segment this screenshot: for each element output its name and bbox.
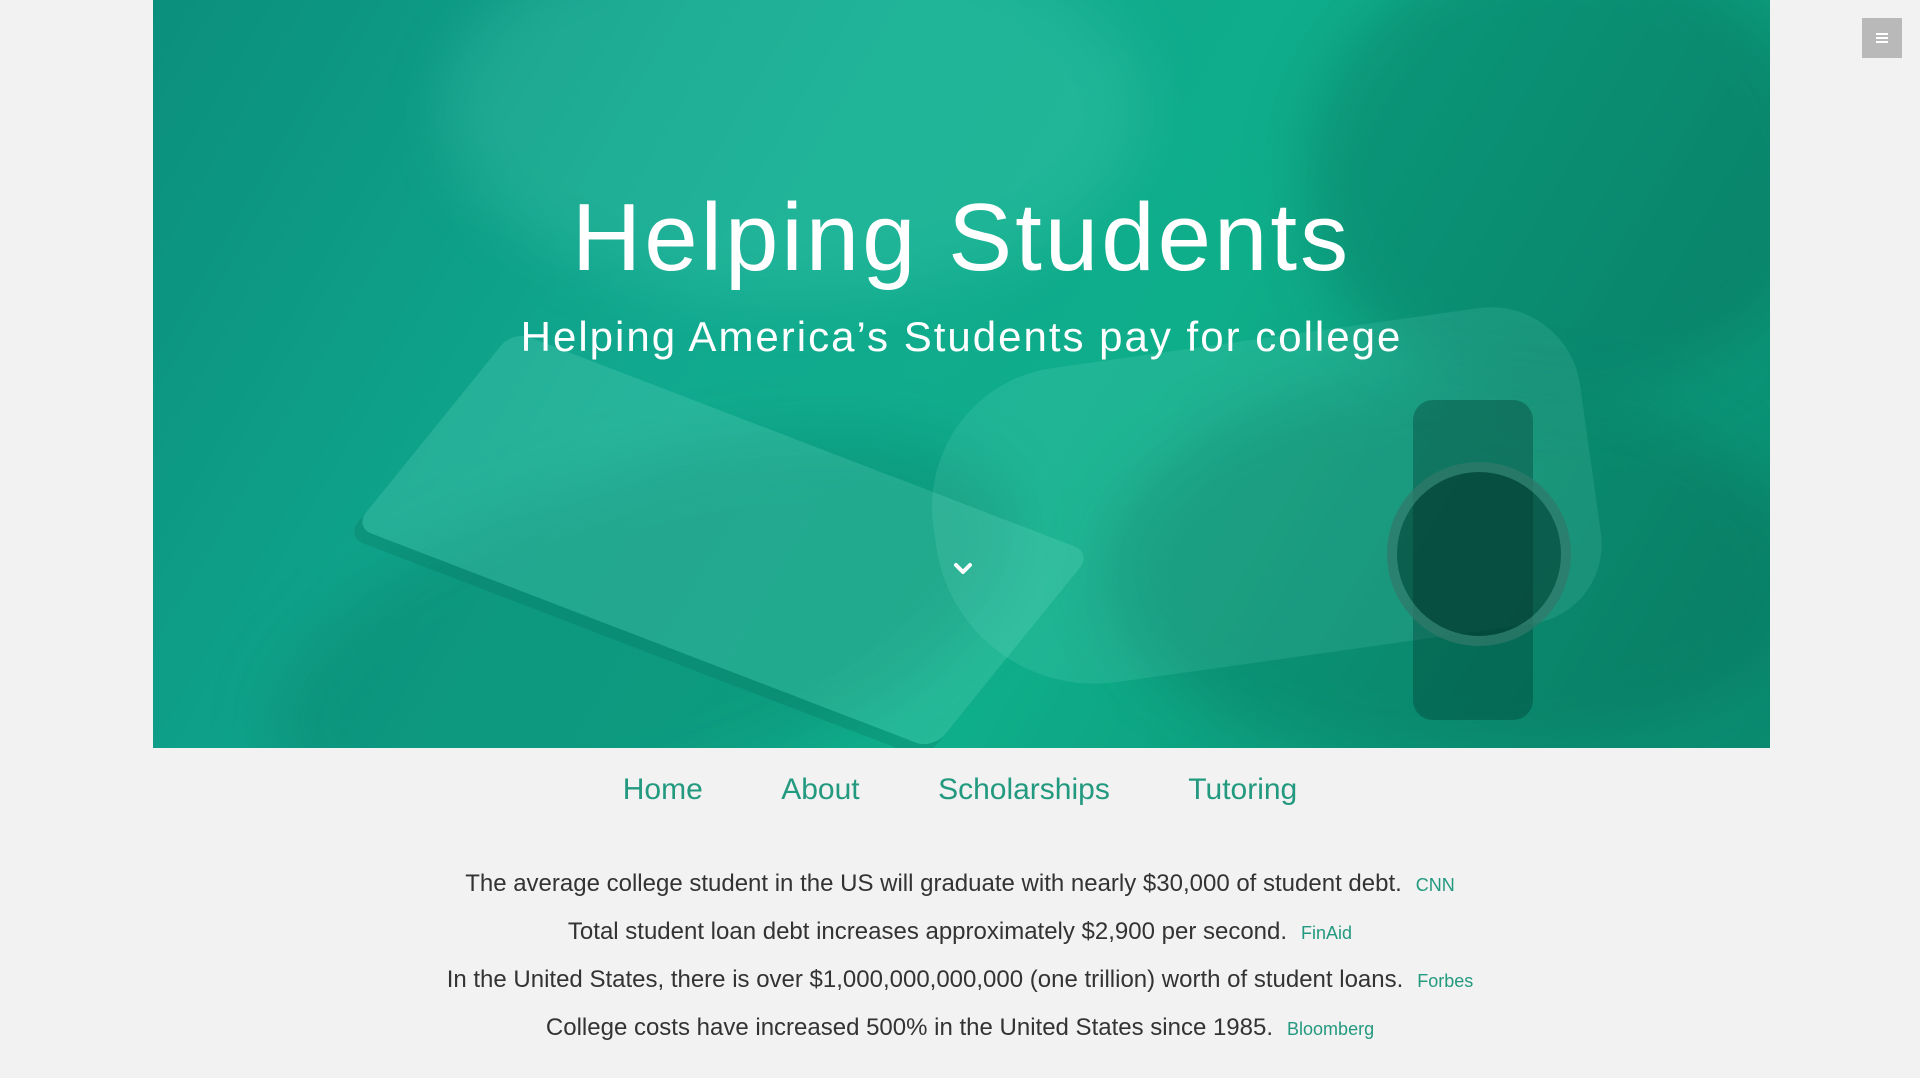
fact-item: Total student loan debt increases approx… — [0, 908, 1920, 956]
student-debt-facts: The average college student in the US wi… — [0, 860, 1920, 1052]
scroll-down-button[interactable] — [952, 558, 974, 580]
fact-source-link[interactable]: CNN — [1416, 875, 1455, 895]
menu-toggle-button[interactable] — [1862, 18, 1902, 58]
hamburger-menu-icon — [1876, 37, 1888, 39]
hero-subtitle: Helping America’s Students pay for colle… — [520, 313, 1403, 360]
fact-text: College costs have increased 500% in the… — [545, 1014, 1274, 1041]
nav-item-home[interactable]: Home — [623, 760, 703, 820]
fact-text: In the United States, there is over $1,0… — [446, 966, 1404, 993]
hero-watch-image — [1387, 462, 1571, 646]
fact-source-link[interactable]: Bloomberg — [1287, 1019, 1374, 1039]
fact-item: In the United States, there is over $1,0… — [0, 956, 1920, 1004]
nav-item-about[interactable]: About — [781, 760, 859, 820]
hero-banner: Helping Students Helping America’s Stude… — [153, 0, 1770, 748]
fact-text: The average college student in the US wi… — [465, 870, 1402, 897]
fact-text: Total student loan debt increases approx… — [567, 918, 1288, 945]
hamburger-menu-icon — [1876, 41, 1888, 43]
fact-source-link[interactable]: Forbes — [1417, 971, 1473, 991]
fact-source-link[interactable]: FinAid — [1301, 923, 1352, 943]
nav-item-tutoring[interactable]: Tutoring — [1188, 760, 1297, 820]
hero-title: Helping Students — [571, 184, 1352, 291]
fact-item: College costs have increased 500% in the… — [0, 1004, 1920, 1052]
main-nav: Home About Scholarships Tutoring — [0, 760, 1920, 820]
chevron-down-icon — [954, 563, 972, 574]
hamburger-menu-icon — [1876, 33, 1888, 35]
fact-item: The average college student in the US wi… — [0, 860, 1920, 908]
nav-item-scholarships[interactable]: Scholarships — [938, 760, 1110, 820]
